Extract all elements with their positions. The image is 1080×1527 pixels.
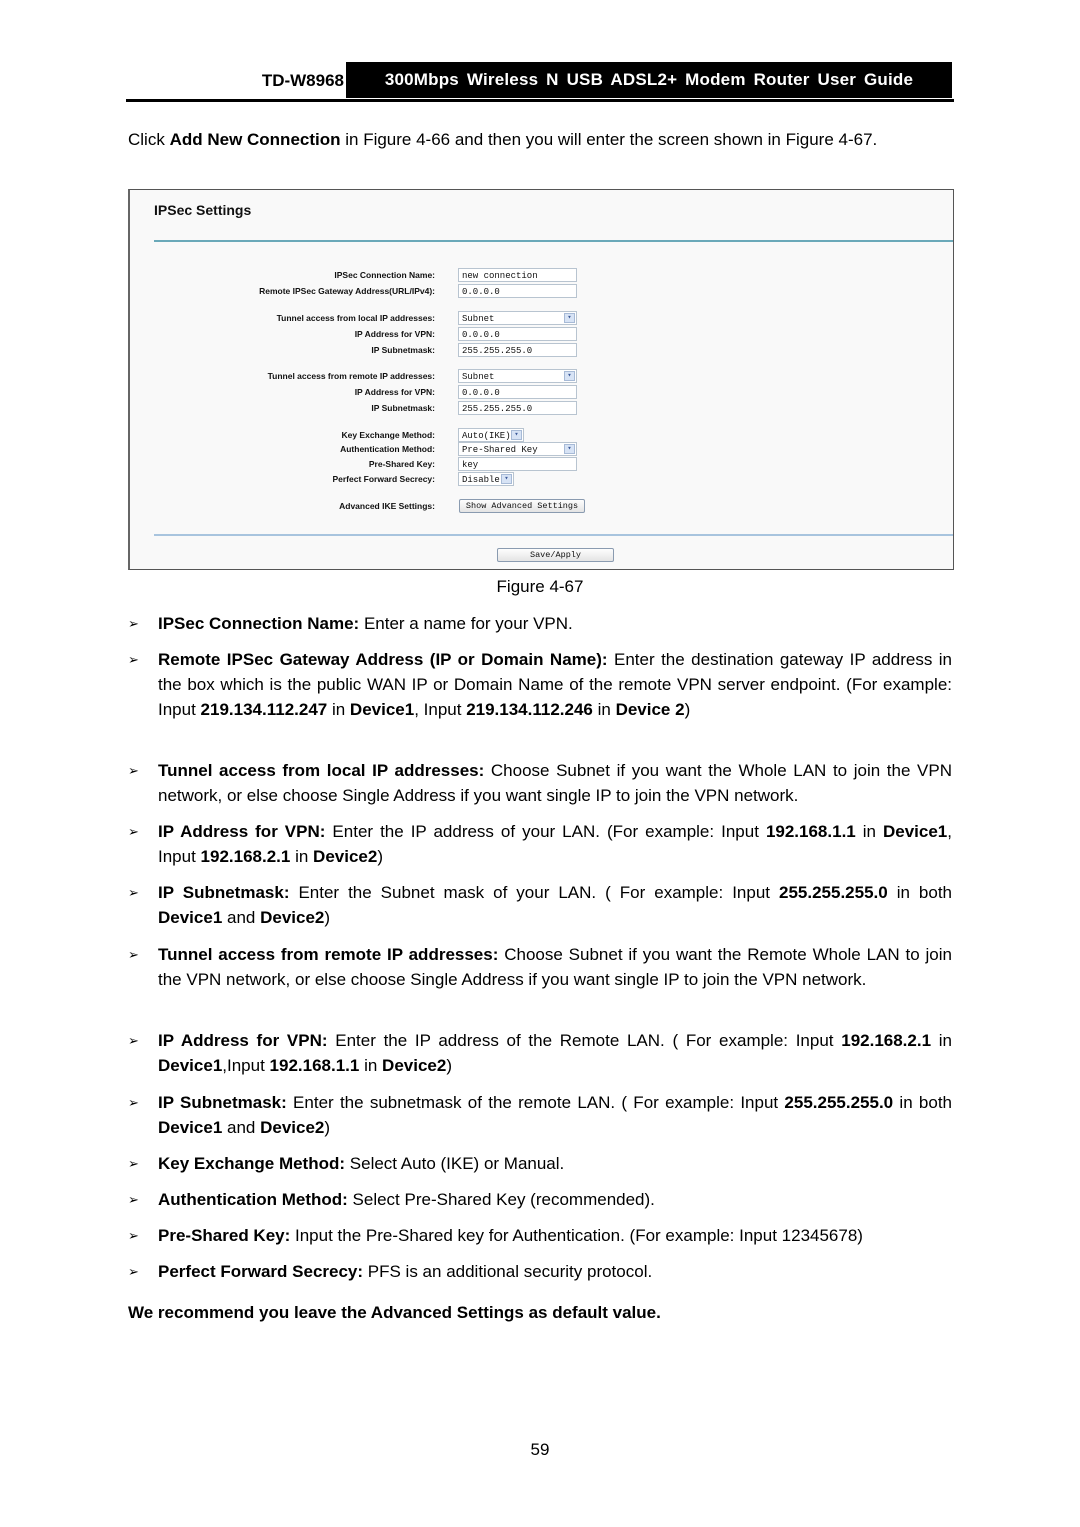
divider xyxy=(154,240,953,242)
model-name: TD-W8968 xyxy=(261,71,344,90)
bullet-item: ➢ Tunnel access from remote IP addresses… xyxy=(128,942,952,992)
auth-method-select[interactable]: Pre-Shared Key ▾ xyxy=(458,442,577,456)
arrow-bullet-icon: ➢ xyxy=(128,1095,139,1110)
add-new-connection-ref: Add New Connection xyxy=(169,130,341,149)
arrow-bullet-icon: ➢ xyxy=(128,1156,139,1171)
arrow-bullet-icon: ➢ xyxy=(128,1264,139,1279)
arrow-bullet-icon: ➢ xyxy=(128,947,139,962)
local-ip-input[interactable]: 0.0.0.0 xyxy=(458,327,577,341)
row-remote-mask: IP Subnetmask: 255.255.255.0 xyxy=(130,401,953,417)
ipsec-settings-title: IPSec Settings xyxy=(154,202,252,218)
recommendation-note: We recommend you leave the Advanced Sett… xyxy=(128,1303,661,1322)
row-remote-gateway: Remote IPSec Gateway Address(URL/IPv4): … xyxy=(130,284,953,300)
row-remote-access: Tunnel access from remote IP addresses: … xyxy=(130,369,953,385)
bullet-item: ➢ IPSec Connection Name: Enter a name fo… xyxy=(128,611,952,636)
row-pfs: Perfect Forward Secrecy: Disable ▾ xyxy=(130,472,953,488)
save-apply-button[interactable]: Save/Apply xyxy=(497,548,614,562)
arrow-bullet-icon: ➢ xyxy=(128,763,139,778)
ipsec-settings-screenshot: IPSec Settings IPSec Connection Name: ne… xyxy=(128,189,954,570)
arrow-bullet-icon: ➢ xyxy=(128,616,139,631)
connection-name-input[interactable]: new connection xyxy=(458,268,577,282)
arrow-bullet-icon: ➢ xyxy=(128,1192,139,1207)
remote-ip-input[interactable]: 0.0.0.0 xyxy=(458,385,577,399)
bullet-item: ➢ Authentication Method: Select Pre-Shar… xyxy=(128,1187,952,1212)
page-header: TD-W8968 300Mbps Wireless N USB ADSL2+ M… xyxy=(126,62,954,102)
row-local-mask: IP Subnetmask: 255.255.255.0 xyxy=(130,343,953,359)
arrow-bullet-icon: ➢ xyxy=(128,824,139,839)
bullet-item: ➢ IP Subnetmask: Enter the Subnet mask o… xyxy=(128,880,952,930)
bullet-item: ➢ IP Subnetmask: Enter the subnetmask of… xyxy=(128,1090,952,1140)
bullet-item: ➢ Perfect Forward Secrecy: PFS is an add… xyxy=(128,1259,952,1284)
arrow-bullet-icon: ➢ xyxy=(128,885,139,900)
figure-caption: Figure 4-67 xyxy=(496,577,584,596)
row-psk: Pre-Shared Key: key xyxy=(130,457,953,473)
remote-access-select[interactable]: Subnet ▾ xyxy=(458,369,577,383)
row-remote-ip: IP Address for VPN: 0.0.0.0 xyxy=(130,385,953,401)
bullet-item: ➢ IP Address for VPN: Enter the IP addre… xyxy=(128,819,952,869)
chevron-down-icon: ▾ xyxy=(564,371,575,381)
bullet-item: ➢ Pre-Shared Key: Input the Pre-Shared k… xyxy=(128,1223,952,1248)
key-exchange-select[interactable]: Auto(IKE) ▾ xyxy=(458,428,524,442)
arrow-bullet-icon: ➢ xyxy=(128,652,139,667)
remote-gateway-input[interactable]: 0.0.0.0 xyxy=(458,284,577,298)
psk-input[interactable]: key xyxy=(458,457,577,471)
remote-mask-input[interactable]: 255.255.255.0 xyxy=(458,401,577,415)
chevron-down-icon: ▾ xyxy=(564,444,575,454)
row-connection-name: IPSec Connection Name: new connection xyxy=(130,268,953,284)
show-advanced-settings-button[interactable]: Show Advanced Settings xyxy=(459,499,585,513)
chevron-down-icon: ▾ xyxy=(501,474,512,484)
page-number: 59 xyxy=(530,1440,550,1459)
header-rule xyxy=(126,99,954,102)
chevron-down-icon: ▾ xyxy=(511,430,522,440)
bullet-item: ➢ Remote IPSec Gateway Address (IP or Do… xyxy=(128,647,952,722)
guide-title: 300Mbps Wireless N USB ADSL2+ Modem Rout… xyxy=(346,62,952,98)
row-advanced-ike: Advanced IKE Settings: Show Advanced Set… xyxy=(130,499,953,515)
row-local-ip: IP Address for VPN: 0.0.0.0 xyxy=(130,327,953,343)
chevron-down-icon: ▾ xyxy=(564,313,575,323)
bullet-item: ➢ IP Address for VPN: Enter the IP addre… xyxy=(128,1028,952,1078)
row-local-access: Tunnel access from local IP addresses: S… xyxy=(130,311,953,327)
local-mask-input[interactable]: 255.255.255.0 xyxy=(458,343,577,357)
pfs-select[interactable]: Disable ▾ xyxy=(458,472,514,486)
bullet-item: ➢ Tunnel access from local IP addresses:… xyxy=(128,758,952,808)
arrow-bullet-icon: ➢ xyxy=(128,1228,139,1243)
divider xyxy=(154,534,953,536)
row-auth-method: Authentication Method: Pre-Shared Key ▾ xyxy=(130,442,953,458)
bullet-item: ➢ Key Exchange Method: Select Auto (IKE)… xyxy=(128,1151,952,1176)
intro-paragraph: Click Add New Connection in Figure 4-66 … xyxy=(128,130,878,149)
arrow-bullet-icon: ➢ xyxy=(128,1033,139,1048)
local-access-select[interactable]: Subnet ▾ xyxy=(458,311,577,325)
